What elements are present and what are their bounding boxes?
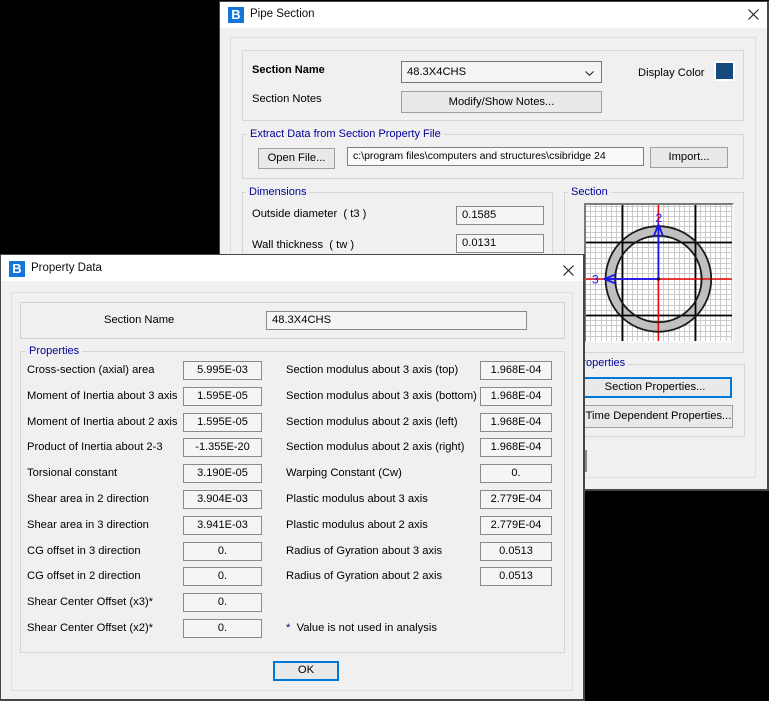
svg-text:2: 2 [656, 211, 663, 225]
svg-text:3: 3 [592, 273, 599, 287]
